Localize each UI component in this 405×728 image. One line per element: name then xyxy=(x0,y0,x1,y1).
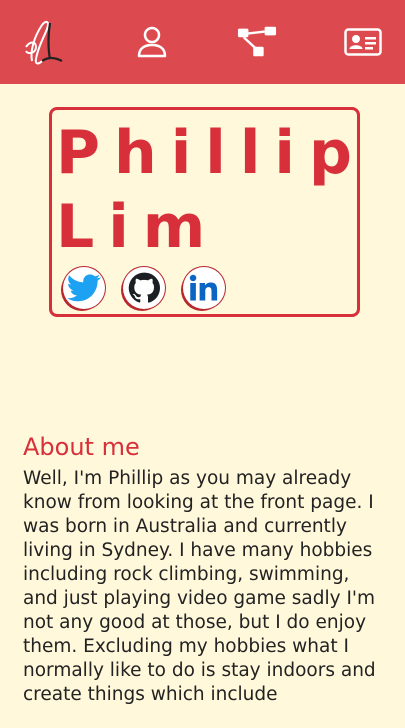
about-section: About me Well, I'm Phillip as you may al… xyxy=(23,433,383,707)
name-last: Lim xyxy=(56,192,220,262)
github-link[interactable] xyxy=(123,267,165,309)
name-first: Phillip xyxy=(56,118,366,188)
nav-contact-button[interactable] xyxy=(343,22,383,62)
home-logo-link[interactable] xyxy=(20,17,66,67)
github-icon xyxy=(128,272,160,303)
sitemap-icon xyxy=(238,26,277,57)
user-icon xyxy=(137,26,166,58)
name-card: Phillip Lim xyxy=(49,107,360,317)
twitter-icon xyxy=(67,274,101,302)
social-links xyxy=(63,267,225,309)
twitter-link[interactable] xyxy=(63,267,105,309)
about-heading: About me xyxy=(23,433,140,461)
top-navbar xyxy=(0,0,405,84)
nav-about-button[interactable] xyxy=(132,22,172,62)
linkedin-icon xyxy=(189,274,218,301)
pl-signature-logo-icon xyxy=(25,20,63,65)
linkedin-link[interactable] xyxy=(183,267,225,309)
id-card-icon xyxy=(344,28,382,56)
nav-projects-button[interactable] xyxy=(237,22,277,62)
about-body: Well, I'm Phillip as you may already kno… xyxy=(23,468,376,705)
